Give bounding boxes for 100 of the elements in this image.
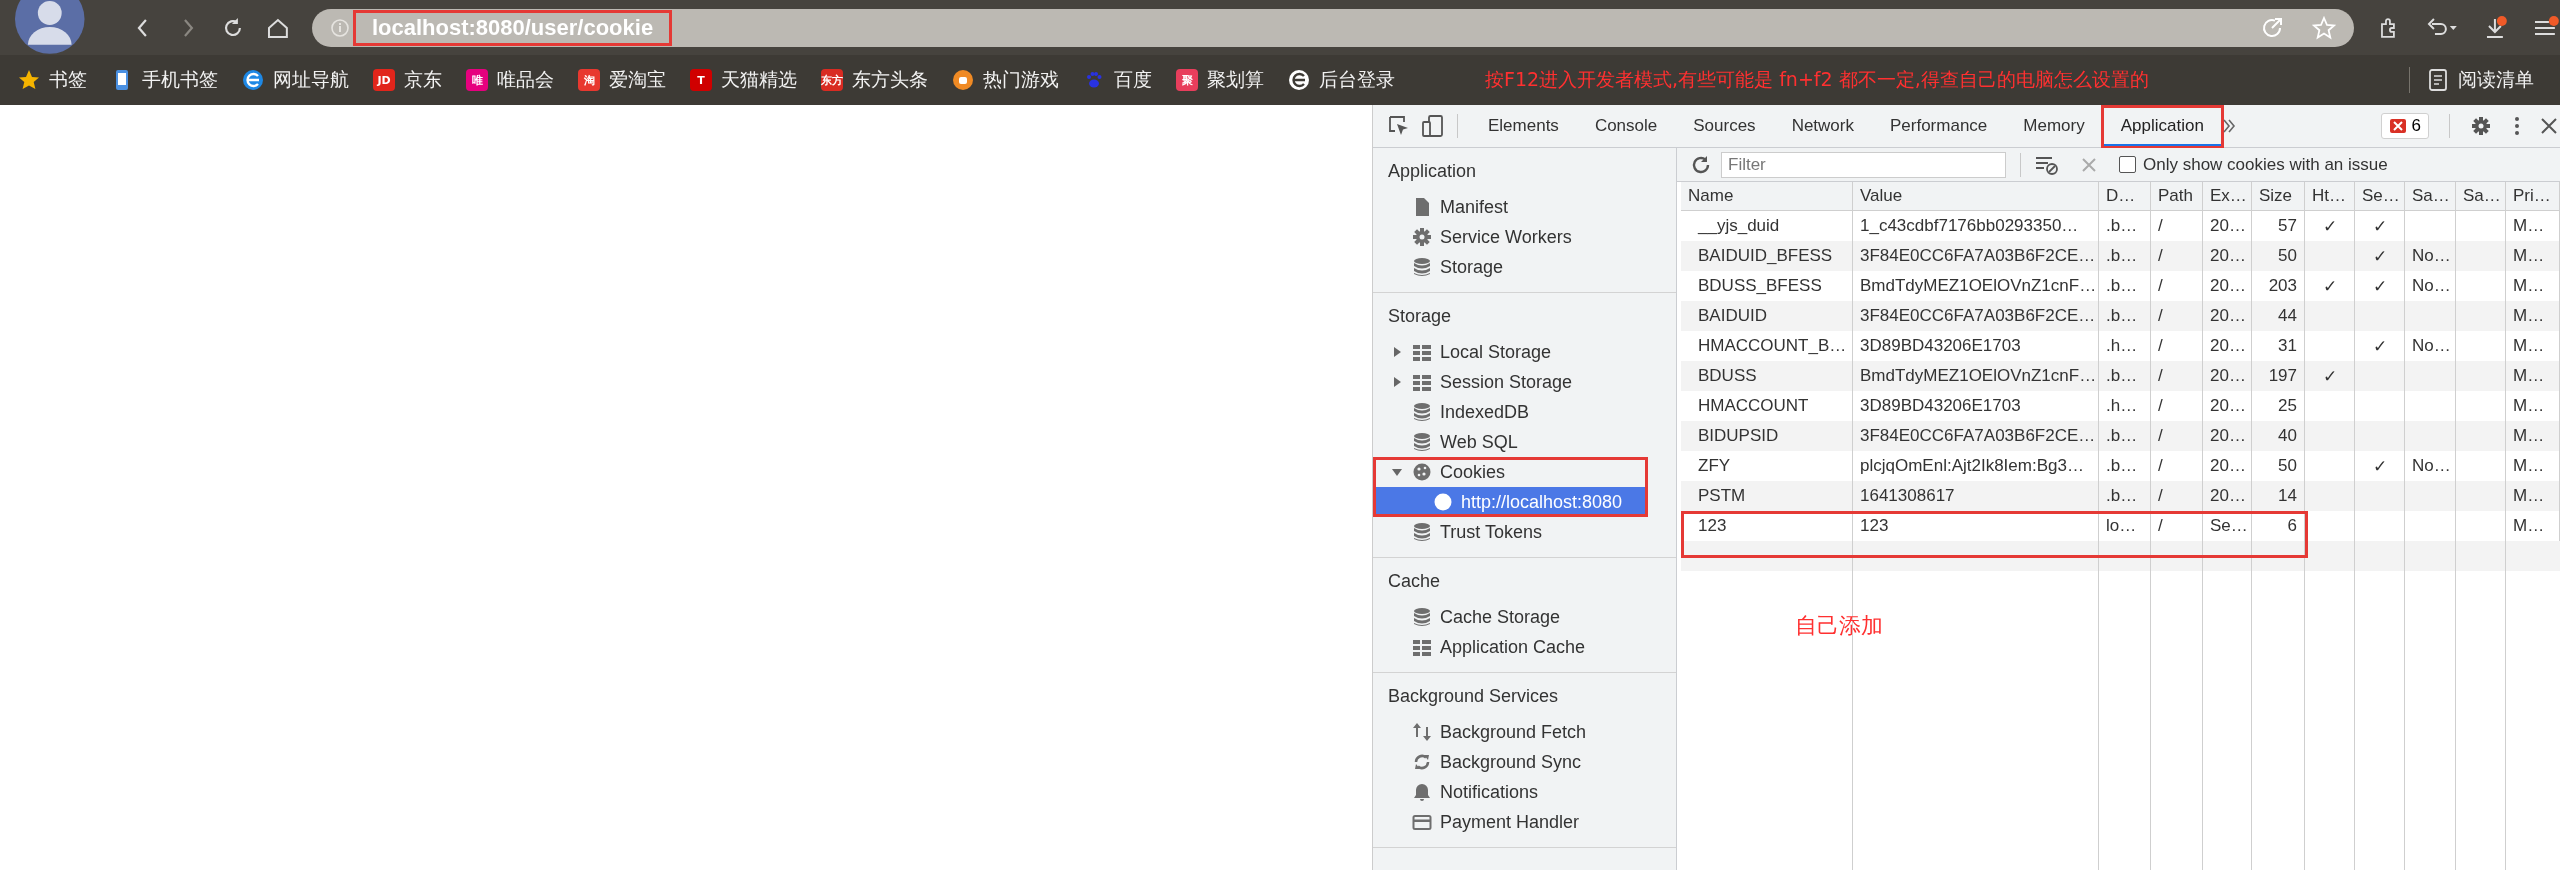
collapsed-arrow-icon[interactable] [1392, 347, 1402, 357]
device-icon[interactable] [1421, 114, 1445, 138]
table-cell: 3F84E0CC6FA7A03B6F2CE… [1853, 301, 2099, 331]
column-header[interactable]: Sa… [2456, 182, 2506, 211]
bookmark-link[interactable]: JD 京东 [373, 67, 442, 93]
sidebar-item[interactable]: Web SQL [1373, 427, 1676, 457]
cookie-icon [1412, 462, 1432, 482]
settings-icon[interactable] [2470, 115, 2492, 137]
table-cell [2355, 301, 2405, 331]
issue-filter-checkbox[interactable]: Only show cookies with an issue [2119, 154, 2388, 175]
logo-icon: 淘 [578, 69, 600, 91]
table-cell: M… [2506, 301, 2560, 331]
more-options-icon[interactable] [2514, 115, 2520, 137]
sidebar-item[interactable]: Background Fetch [1373, 717, 1676, 747]
panel-tab[interactable]: Performance [1872, 107, 2006, 147]
bookmark-link[interactable]: 书签 [18, 67, 87, 93]
column-header[interactable]: D… [2099, 182, 2151, 211]
bookmark-link[interactable]: 淘 爱淘宝 [578, 67, 666, 93]
chevron-icon[interactable] [2221, 117, 2236, 135]
e-logo-icon [242, 69, 264, 91]
url-text: localhost:8080/user/cookie [355, 12, 670, 43]
close-icon[interactable] [2540, 117, 2558, 135]
panel-tab[interactable]: Application [2102, 107, 2222, 147]
bookmark-link[interactable]: 热门游戏 [952, 67, 1059, 93]
sidebar-item[interactable]: Cache Storage [1373, 602, 1676, 632]
database-icon [1412, 522, 1432, 542]
up-down-arrows-icon [1412, 722, 1432, 742]
reading-list-button[interactable]: 阅读清单 [2409, 67, 2534, 93]
bookmark-link[interactable]: 网址导航 [242, 67, 349, 93]
bookmark-link[interactable]: 聚 聚划算 [1176, 67, 1264, 93]
refresh-icon[interactable] [1691, 154, 1711, 175]
sidebar-item[interactable]: Local Storage [1373, 337, 1676, 367]
table-cell: 1641308617 [1853, 481, 2099, 511]
sidebar-item[interactable]: Service Workers [1373, 222, 1676, 252]
sidebar-item[interactable]: Cookies [1373, 457, 1648, 487]
panel-tab[interactable]: Network [1773, 107, 1872, 147]
column-header[interactable]: Ex… [2203, 182, 2252, 211]
error-count-badge[interactable]: 6 [2380, 113, 2429, 139]
table-cell: 197 [2252, 361, 2305, 391]
table-cell [2355, 361, 2405, 391]
column-header[interactable]: Path [2151, 182, 2203, 211]
sidebar-item[interactable]: Notifications [1373, 777, 1676, 807]
column-header[interactable]: Name [1681, 182, 1853, 211]
panel-tab[interactable]: Sources [1675, 107, 1774, 147]
sidebar-item[interactable]: Manifest [1373, 192, 1676, 222]
bookmark-link[interactable]: 后台登录 [1288, 67, 1395, 93]
sidebar-item[interactable]: Storage [1373, 252, 1676, 282]
star-icon[interactable] [2311, 15, 2336, 40]
grid-icon [1412, 637, 1432, 657]
panel-tab[interactable]: Console [1576, 107, 1676, 147]
sidebar-item[interactable]: Session Storage [1373, 367, 1676, 397]
table-cell: .b… [2099, 421, 2151, 451]
logo-icon: T [690, 69, 712, 91]
column-header[interactable]: Value [1853, 182, 2099, 211]
sidebar-item[interactable]: Payment Handler [1373, 807, 1676, 837]
table-cell: 14 [2252, 481, 2305, 511]
column-header[interactable]: Size [2252, 182, 2305, 211]
clear-filter-icon[interactable] [2035, 154, 2059, 175]
sidebar-item[interactable]: Application Cache [1373, 632, 1676, 662]
table-cell: ✓ [2355, 241, 2405, 271]
column-header[interactable]: Sa… [2405, 182, 2456, 211]
logo-icon: 聚 [1176, 69, 1198, 91]
panel-tab[interactable]: Memory [2005, 107, 2103, 147]
bookmark-link[interactable]: 手机书签 [111, 67, 218, 93]
table-cell: .b… [2099, 301, 2151, 331]
bookmark-link[interactable]: 唯 唯品会 [466, 67, 554, 93]
column-header[interactable]: Se… [2355, 182, 2405, 211]
error-icon [2388, 117, 2407, 135]
table-cell: 44 [2252, 301, 2305, 331]
sidebar-item[interactable]: IndexedDB [1373, 397, 1676, 427]
table-cell: 3F84E0CC6FA7A03B6F2CE… [1853, 241, 2099, 271]
bookmark-link[interactable]: 百度 [1083, 67, 1152, 93]
collapsed-arrow-icon[interactable] [1392, 377, 1402, 387]
annotation-text: 自己添加 [1795, 612, 1883, 640]
panel-tab[interactable]: Elements [1470, 107, 1577, 147]
table-cell [2305, 301, 2355, 331]
table-cell [2405, 481, 2456, 511]
logo-icon: JD [373, 69, 395, 91]
section-heading: Storage [1387, 305, 1453, 328]
sidebar-item[interactable]: Trust Tokens [1373, 517, 1676, 547]
table-cell: BmdTdyMEZ1OElOVnZ1cnF… [1853, 361, 2099, 391]
filter-field[interactable]: Filter [1721, 151, 2006, 178]
database-icon [1412, 257, 1432, 277]
sidebar-item[interactable]: http://localhost:8080 [1373, 487, 1648, 517]
table-cell: BAIDUID [1681, 301, 1853, 331]
table-cell: / [2151, 421, 2203, 451]
bookmark-link[interactable]: 东方 东方头条 [821, 67, 928, 93]
bookmark-link[interactable]: T 天猫精选 [690, 67, 797, 93]
table-cell: PSTM [1681, 481, 1853, 511]
e-logo-icon [1288, 69, 1310, 91]
database-icon [1412, 607, 1432, 627]
table-cell [2456, 361, 2506, 391]
bell-icon [1412, 782, 1432, 802]
column-header[interactable]: Ht… [2305, 182, 2355, 211]
logo-icon: 东方 [821, 69, 843, 91]
sidebar-item[interactable]: Background Sync [1373, 747, 1676, 777]
expanded-arrow-icon[interactable] [1392, 467, 1402, 477]
table-cell [2305, 421, 2355, 451]
column-header[interactable]: Pri… [2506, 182, 2560, 211]
table-cell [2355, 481, 2405, 511]
